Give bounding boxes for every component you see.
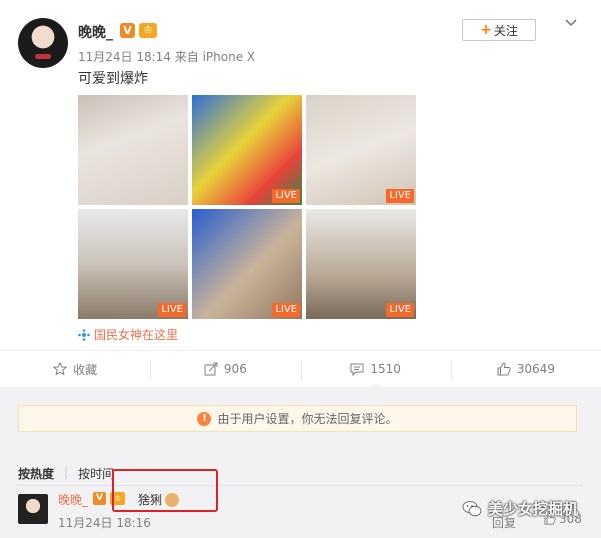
location-label: 国民女神在这里 bbox=[94, 328, 179, 342]
repost-button[interactable]: 906 bbox=[150, 351, 300, 387]
user-avatar[interactable] bbox=[18, 18, 68, 68]
live-badge: LIVE bbox=[272, 303, 300, 317]
follow-label: 关注 bbox=[493, 23, 518, 38]
action-bar: 收藏 906 1510 30649 bbox=[0, 350, 601, 388]
photo-6[interactable]: LIVE bbox=[306, 209, 416, 319]
repost-count: 906 bbox=[223, 362, 247, 376]
reply-restricted-notice: ! 由于用户设置，你无法回复评论。 bbox=[18, 405, 577, 432]
photo-2[interactable]: LIVE bbox=[192, 95, 302, 205]
like-count: 30649 bbox=[516, 362, 555, 376]
photo-4[interactable]: LIVE bbox=[78, 209, 188, 319]
plus-icon: + bbox=[480, 22, 492, 38]
photo-1[interactable] bbox=[78, 95, 188, 205]
location-link[interactable]: 国民女神在这里 bbox=[78, 326, 178, 343]
warning-icon: ! bbox=[197, 411, 212, 426]
tab-sort-hot[interactable]: 按热度 bbox=[18, 465, 54, 482]
star-icon bbox=[53, 362, 68, 376]
divider bbox=[18, 485, 583, 486]
repost-icon bbox=[204, 362, 218, 376]
verified-v-icon: V bbox=[120, 23, 135, 38]
live-badge: LIVE bbox=[386, 189, 414, 203]
comment-icon bbox=[350, 363, 364, 376]
tab-divider: | bbox=[64, 465, 69, 479]
comment-sort-tabs: 按热度 | 按时间 bbox=[18, 465, 114, 482]
comment-button[interactable]: 1510 bbox=[300, 351, 451, 388]
vip-crown-icon: ♔ bbox=[139, 23, 157, 38]
live-badge: LIVE bbox=[272, 189, 300, 203]
photo-5[interactable]: LIVE bbox=[192, 209, 302, 319]
comments-section: ! 由于用户设置，你无法回复评论。 按热度 | 按时间 晚晚_ V ♔ 猞猁 1… bbox=[0, 388, 601, 538]
post-text: 可爱到爆炸 bbox=[78, 71, 148, 87]
comment-count: 1510 bbox=[370, 362, 401, 376]
photo-3[interactable]: LIVE bbox=[306, 95, 416, 205]
thumbs-up-icon bbox=[497, 362, 511, 376]
sparkle-icon bbox=[78, 328, 90, 341]
notice-text: 由于用户设置，你无法回复评论。 bbox=[217, 412, 398, 426]
weibo-post: 晚晚_ V ♔ 11月24日 18:14 来自 iPhone X + 关注 可爱… bbox=[0, 0, 601, 388]
follow-button[interactable]: + 关注 bbox=[462, 19, 536, 41]
verified-v-icon: V bbox=[93, 492, 106, 505]
photo-grid: LIVE LIVE LIVE LIVE LIVE bbox=[78, 95, 416, 319]
watermark: 美少女挖掘机 bbox=[462, 498, 578, 519]
username[interactable]: 晚晚_ bbox=[78, 22, 113, 42]
post-meta: 11月24日 18:14 来自 iPhone X bbox=[78, 50, 256, 64]
watermark-text: 美少女挖掘机 bbox=[488, 500, 579, 518]
live-badge: LIVE bbox=[386, 303, 414, 317]
comment-avatar[interactable] bbox=[18, 494, 48, 524]
annotation-highlight-box bbox=[112, 469, 218, 512]
favorite-button[interactable]: 收藏 bbox=[0, 351, 150, 387]
comment-username[interactable]: 晚晚_ bbox=[58, 491, 88, 508]
chevron-down-icon[interactable] bbox=[564, 16, 578, 30]
like-button[interactable]: 30649 bbox=[450, 351, 601, 387]
live-badge: LIVE bbox=[158, 303, 186, 317]
tab-sort-time[interactable]: 按时间 bbox=[78, 465, 114, 482]
favorite-label: 收藏 bbox=[73, 362, 98, 377]
comment-time: 11月24日 18:16 bbox=[58, 516, 151, 530]
wechat-icon bbox=[462, 500, 482, 516]
